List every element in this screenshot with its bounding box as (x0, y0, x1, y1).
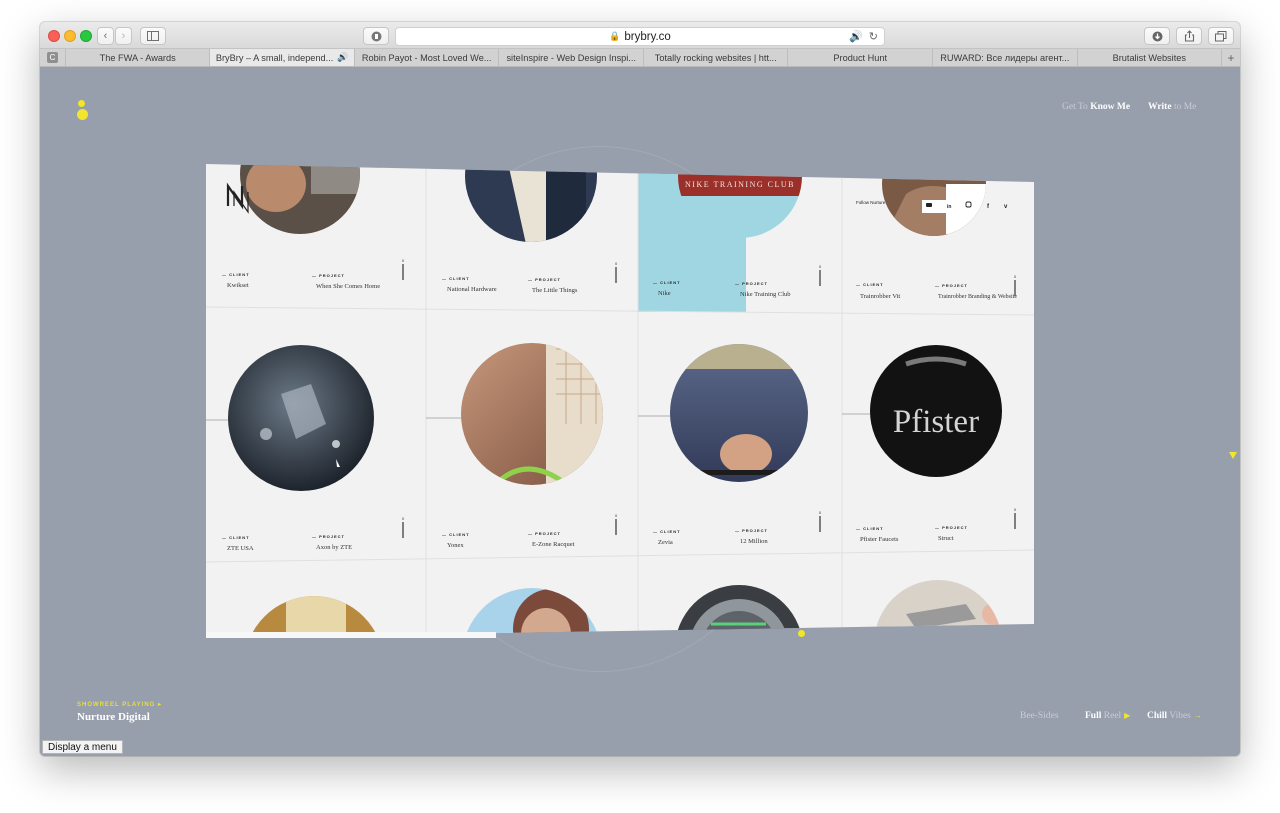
plus-icon: + (1227, 50, 1235, 65)
chill-vibes-link[interactable]: Chill Vibes → (1147, 711, 1202, 721)
scroll-pointer-icon[interactable] (1229, 452, 1237, 459)
title-bar: ‹ › 🔒 brybry.co 🔊 ↻ (40, 22, 1240, 49)
svg-text:Zevia: Zevia (658, 539, 673, 546)
close-window-button[interactable] (48, 30, 60, 42)
full-reel-link[interactable]: Full Reel ▶ (1085, 711, 1130, 721)
tab-brybry[interactable]: BryBry – A small, independ... 🔊 (210, 49, 355, 66)
showreel-grid[interactable]: NIKE TRAINING CLUB Follow Nurture in f v… (206, 164, 1034, 638)
arrow-right-icon: → (1193, 711, 1202, 720)
svg-text:The Little Things: The Little Things (532, 287, 578, 294)
address-bar[interactable]: 🔒 brybry.co 🔊 ↻ (395, 27, 885, 46)
svg-text:— PROJECT: — PROJECT (935, 283, 968, 288)
svg-text:ZTE USA: ZTE USA (227, 545, 254, 552)
tab-totally-rocking[interactable]: Totally rocking websites | htt... (644, 49, 789, 66)
pinned-tab[interactable]: C (40, 49, 66, 66)
follow-nurture-label: Follow Nurture (856, 200, 886, 205)
svg-text:— CLIENT: — CLIENT (222, 535, 250, 540)
svg-text:Struct: Struct (938, 535, 954, 542)
svg-text:Pfister Faucets: Pfister Faucets (860, 536, 899, 543)
forward-button[interactable]: › (115, 27, 132, 45)
write-to-me-link[interactable]: Write to Me (1148, 102, 1196, 112)
get-to-know-me-link[interactable]: Get To Know Me (1062, 102, 1130, 112)
showreel-info[interactable]: SHOWREEL PLAYING ▸ Nurture Digital (77, 701, 162, 723)
svg-text:— PROJECT: — PROJECT (528, 277, 561, 282)
sidebar-button[interactable] (140, 27, 166, 45)
svg-text:— CLIENT: — CLIENT (222, 272, 250, 277)
svg-text:12 Million: 12 Million (740, 538, 768, 545)
svg-text:Trainrobber Branding & Website: Trainrobber Branding & Website (938, 294, 1017, 300)
tab-bar: C The FWA - Awards BryBry – A small, ind… (40, 49, 1240, 67)
svg-text:— CLIENT: — CLIENT (653, 529, 681, 534)
status-bar (206, 632, 496, 638)
speaker-icon[interactable]: 🔊 (849, 30, 863, 43)
logo-dot-large[interactable] (77, 109, 88, 120)
minimize-window-button[interactable] (64, 30, 76, 42)
svg-text:Axon by ZTE: Axon by ZTE (316, 544, 352, 551)
svg-text:— PROJECT: — PROJECT (528, 531, 561, 536)
new-tab-button[interactable]: + (1222, 49, 1240, 66)
svg-text:Nike Training Club: Nike Training Club (740, 291, 791, 298)
privacy-button[interactable] (363, 27, 389, 45)
pinned-tab-icon: C (46, 52, 58, 63)
play-icon: ▸ (158, 702, 163, 708)
logo-dot-small[interactable] (78, 100, 85, 107)
reload-icon[interactable]: ↻ (869, 30, 878, 43)
svg-text:Nike: Nike (658, 290, 671, 297)
lock-icon: 🔒 (609, 31, 621, 41)
svg-text:— CLIENT: — CLIENT (856, 282, 884, 287)
svg-text:— CLIENT: — CLIENT (442, 532, 470, 537)
svg-text:Trainrobber Vit: Trainrobber Vit (860, 293, 900, 300)
tab-robin-payot[interactable]: Robin Payot - Most Loved We... (355, 49, 500, 66)
svg-text:National Hardware: National Hardware (447, 286, 497, 293)
tab-audio-icon[interactable]: 🔊 (337, 52, 348, 63)
svg-text:— PROJECT: — PROJECT (312, 273, 345, 278)
linkedin-icon[interactable]: in (947, 204, 951, 210)
svg-text:Pfister: Pfister (893, 404, 979, 440)
showreel-title: Nurture Digital (77, 711, 150, 723)
svg-text:— PROJECT: — PROJECT (735, 281, 768, 286)
svg-text:— CLIENT: — CLIENT (442, 276, 470, 281)
tab-product-hunt[interactable]: Product Hunt (788, 49, 933, 66)
tab-ruward[interactable]: RUWARD: Все лидеры агент... (933, 49, 1078, 66)
chevron-left-icon: ‹ (103, 29, 108, 42)
svg-text:Yonex: Yonex (447, 542, 464, 549)
svg-text:— PROJECT: — PROJECT (312, 534, 345, 539)
svg-text:When She Comes Home: When She Comes Home (316, 283, 380, 290)
downloads-button[interactable] (1144, 27, 1170, 45)
svg-text:in: in (947, 204, 951, 210)
share-icon (1184, 30, 1194, 42)
chevron-right-icon: › (121, 29, 126, 42)
grid-panel: NIKE TRAINING CLUB Follow Nurture in f v… (206, 164, 1034, 638)
nike-banner-text: NIKE TRAINING CLUB (685, 180, 795, 189)
shield-icon (371, 31, 381, 41)
svg-text:— PROJECT: — PROJECT (735, 528, 768, 533)
svg-text:— CLIENT: — CLIENT (856, 526, 884, 531)
back-button[interactable]: ‹ (97, 27, 114, 45)
grid-canvas: NIKE TRAINING CLUB Follow Nurture in f v… (206, 164, 1034, 638)
svg-text:— CLIENT: — CLIENT (653, 280, 681, 285)
tabs-icon (1215, 30, 1227, 41)
svg-text:Kwikset: Kwikset (227, 282, 249, 289)
tab-siteinspire[interactable]: siteInspire - Web Design Inspi... (499, 49, 644, 66)
tab-brutalist[interactable]: Brutalist Websites (1078, 49, 1223, 66)
page-content: Get To Know Me Write to Me NIKE TRAINING… (40, 68, 1240, 756)
showreel-status-label: SHOWREEL PLAYING ▸ (77, 702, 163, 708)
svg-text:— PROJECT: — PROJECT (935, 525, 968, 530)
browser-window: ‹ › 🔒 brybry.co 🔊 ↻ C The FWA - Awards B… (40, 22, 1240, 756)
download-icon (1152, 31, 1162, 41)
tabs-overview-button[interactable] (1208, 27, 1234, 45)
cursor-dot (798, 630, 805, 637)
share-button[interactable] (1176, 27, 1202, 45)
zoom-window-button[interactable] (80, 30, 92, 42)
svg-text:E-Zone Racquet: E-Zone Racquet (532, 541, 575, 548)
bee-sides-link[interactable]: Bee-Sides (1020, 711, 1059, 721)
youtube-icon[interactable] (926, 203, 932, 207)
play-arrow-icon: ▶ (1124, 711, 1131, 720)
url-text: brybry.co (624, 30, 671, 43)
sidebar-icon (147, 31, 159, 41)
menu-tooltip: Display a menu (42, 740, 123, 754)
tab-fwa[interactable]: The FWA - Awards (66, 49, 211, 66)
